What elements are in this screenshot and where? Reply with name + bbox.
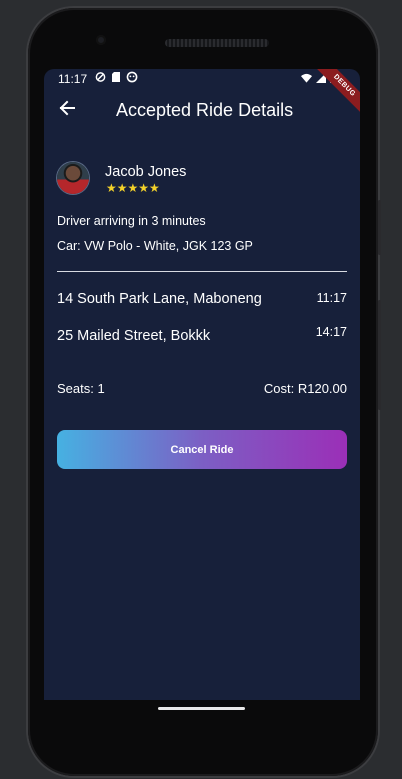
status-bar: 11:17 xyxy=(44,69,360,89)
back-button[interactable] xyxy=(56,97,78,119)
ride-cost: Cost: R120.00 xyxy=(263,381,347,396)
pickup-address: 14 South Park Lane, Maboneng xyxy=(57,291,262,307)
status-icons xyxy=(95,71,138,83)
driver-avatar xyxy=(57,162,89,194)
dropoff-address: 25 Mailed Street, Bokkk xyxy=(57,328,211,344)
divider xyxy=(57,271,347,272)
wifi-icon xyxy=(301,73,312,83)
android-icon xyxy=(126,71,138,83)
do-not-disturb-icon xyxy=(95,72,106,82)
home-indicator[interactable] xyxy=(158,707,245,710)
status-time: 11:17 xyxy=(58,72,88,86)
cancel-ride-button[interactable]: Cancel Ride xyxy=(57,430,347,469)
volume-button xyxy=(378,300,381,410)
arrow-left-icon xyxy=(59,100,75,116)
earpiece-speaker xyxy=(165,39,269,47)
power-button xyxy=(378,200,381,255)
driver-card: Jacob Jones ★★★★★ xyxy=(57,162,347,196)
seats-count: Seats: 1 xyxy=(57,381,105,396)
arrival-eta: Driver arriving in 3 minutes xyxy=(57,214,206,228)
page-title: Accepted Ride Details xyxy=(116,100,294,120)
app-screen: 11:17 DEBUG Accepted Ride Details Jacob … xyxy=(44,69,360,700)
driver-name: Jacob Jones xyxy=(105,164,187,180)
dropoff-time: 14:17 xyxy=(315,325,347,339)
pickup-time: 11:17 xyxy=(316,291,347,305)
car-details: Car: VW Polo - White, JGK 123 GP xyxy=(57,239,253,253)
sd-card-icon xyxy=(112,72,120,82)
rating-stars: ★★★★★ xyxy=(106,181,160,195)
app-bar: Accepted Ride Details xyxy=(44,91,360,129)
driver-rating: ★★★★★ xyxy=(106,182,160,194)
front-camera xyxy=(96,35,106,45)
